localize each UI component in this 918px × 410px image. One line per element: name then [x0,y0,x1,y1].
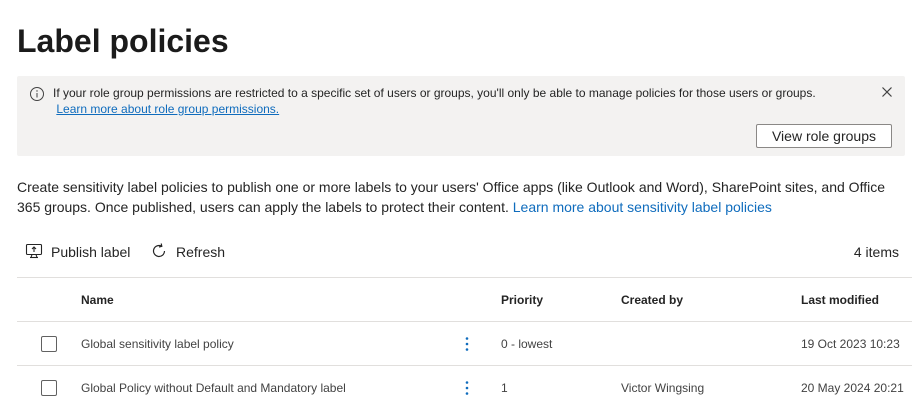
page-description: Create sensitivity label policies to pub… [17,177,907,217]
column-header-name[interactable]: Name [81,292,114,308]
info-bar-message: If your role group permissions are restr… [53,85,853,117]
column-header-created-by[interactable]: Created by [621,292,683,308]
view-role-groups-button[interactable]: View role groups [755,124,892,148]
policy-priority: 0 - lowest [501,337,553,351]
page-title: Label policies [17,23,229,59]
info-icon [29,86,45,102]
toolbar-divider [17,277,912,278]
refresh-text: Refresh [176,244,226,260]
policy-name[interactable]: Global Policy without Default and Mandat… [81,380,346,396]
row-checkbox[interactable] [41,336,57,352]
role-permissions-info-bar: If your role group permissions are restr… [17,76,905,156]
table-row[interactable]: Global sensitivity label policy 0 - lowe… [17,322,912,366]
info-bar-text: If your role group permissions are restr… [53,86,816,100]
row-checkbox[interactable] [41,380,57,396]
refresh-icon [150,242,176,263]
more-options-icon[interactable] [457,334,477,354]
column-header-priority[interactable]: Priority [501,292,543,308]
more-options-icon[interactable] [457,378,477,398]
close-icon[interactable] [879,84,895,100]
policy-priority: 1 [501,381,508,395]
table-row[interactable]: Global Policy without Default and Mandat… [17,366,912,410]
policy-name[interactable]: Global sensitivity label policy [81,336,234,352]
sensitivity-label-policies-link[interactable]: Learn more about sensitivity label polic… [513,199,772,215]
refresh-button[interactable]: Refresh [150,238,225,266]
publish-label-text: Publish label [51,244,131,260]
policy-created-by: Victor Wingsing [621,381,705,395]
item-count: 4 items [853,244,899,260]
publish-icon [25,242,51,263]
policy-last-modified: 19 Oct 2023 10:23 [801,337,900,351]
command-bar: Publish label Refresh 4 items [17,238,907,266]
publish-label-button[interactable]: Publish label [25,238,130,266]
role-group-permissions-link[interactable]: Learn more about role group permissions. [56,102,279,116]
column-header-last-modified[interactable]: Last modified [801,292,879,308]
policy-last-modified: 20 May 2024 20:21 [801,381,904,395]
